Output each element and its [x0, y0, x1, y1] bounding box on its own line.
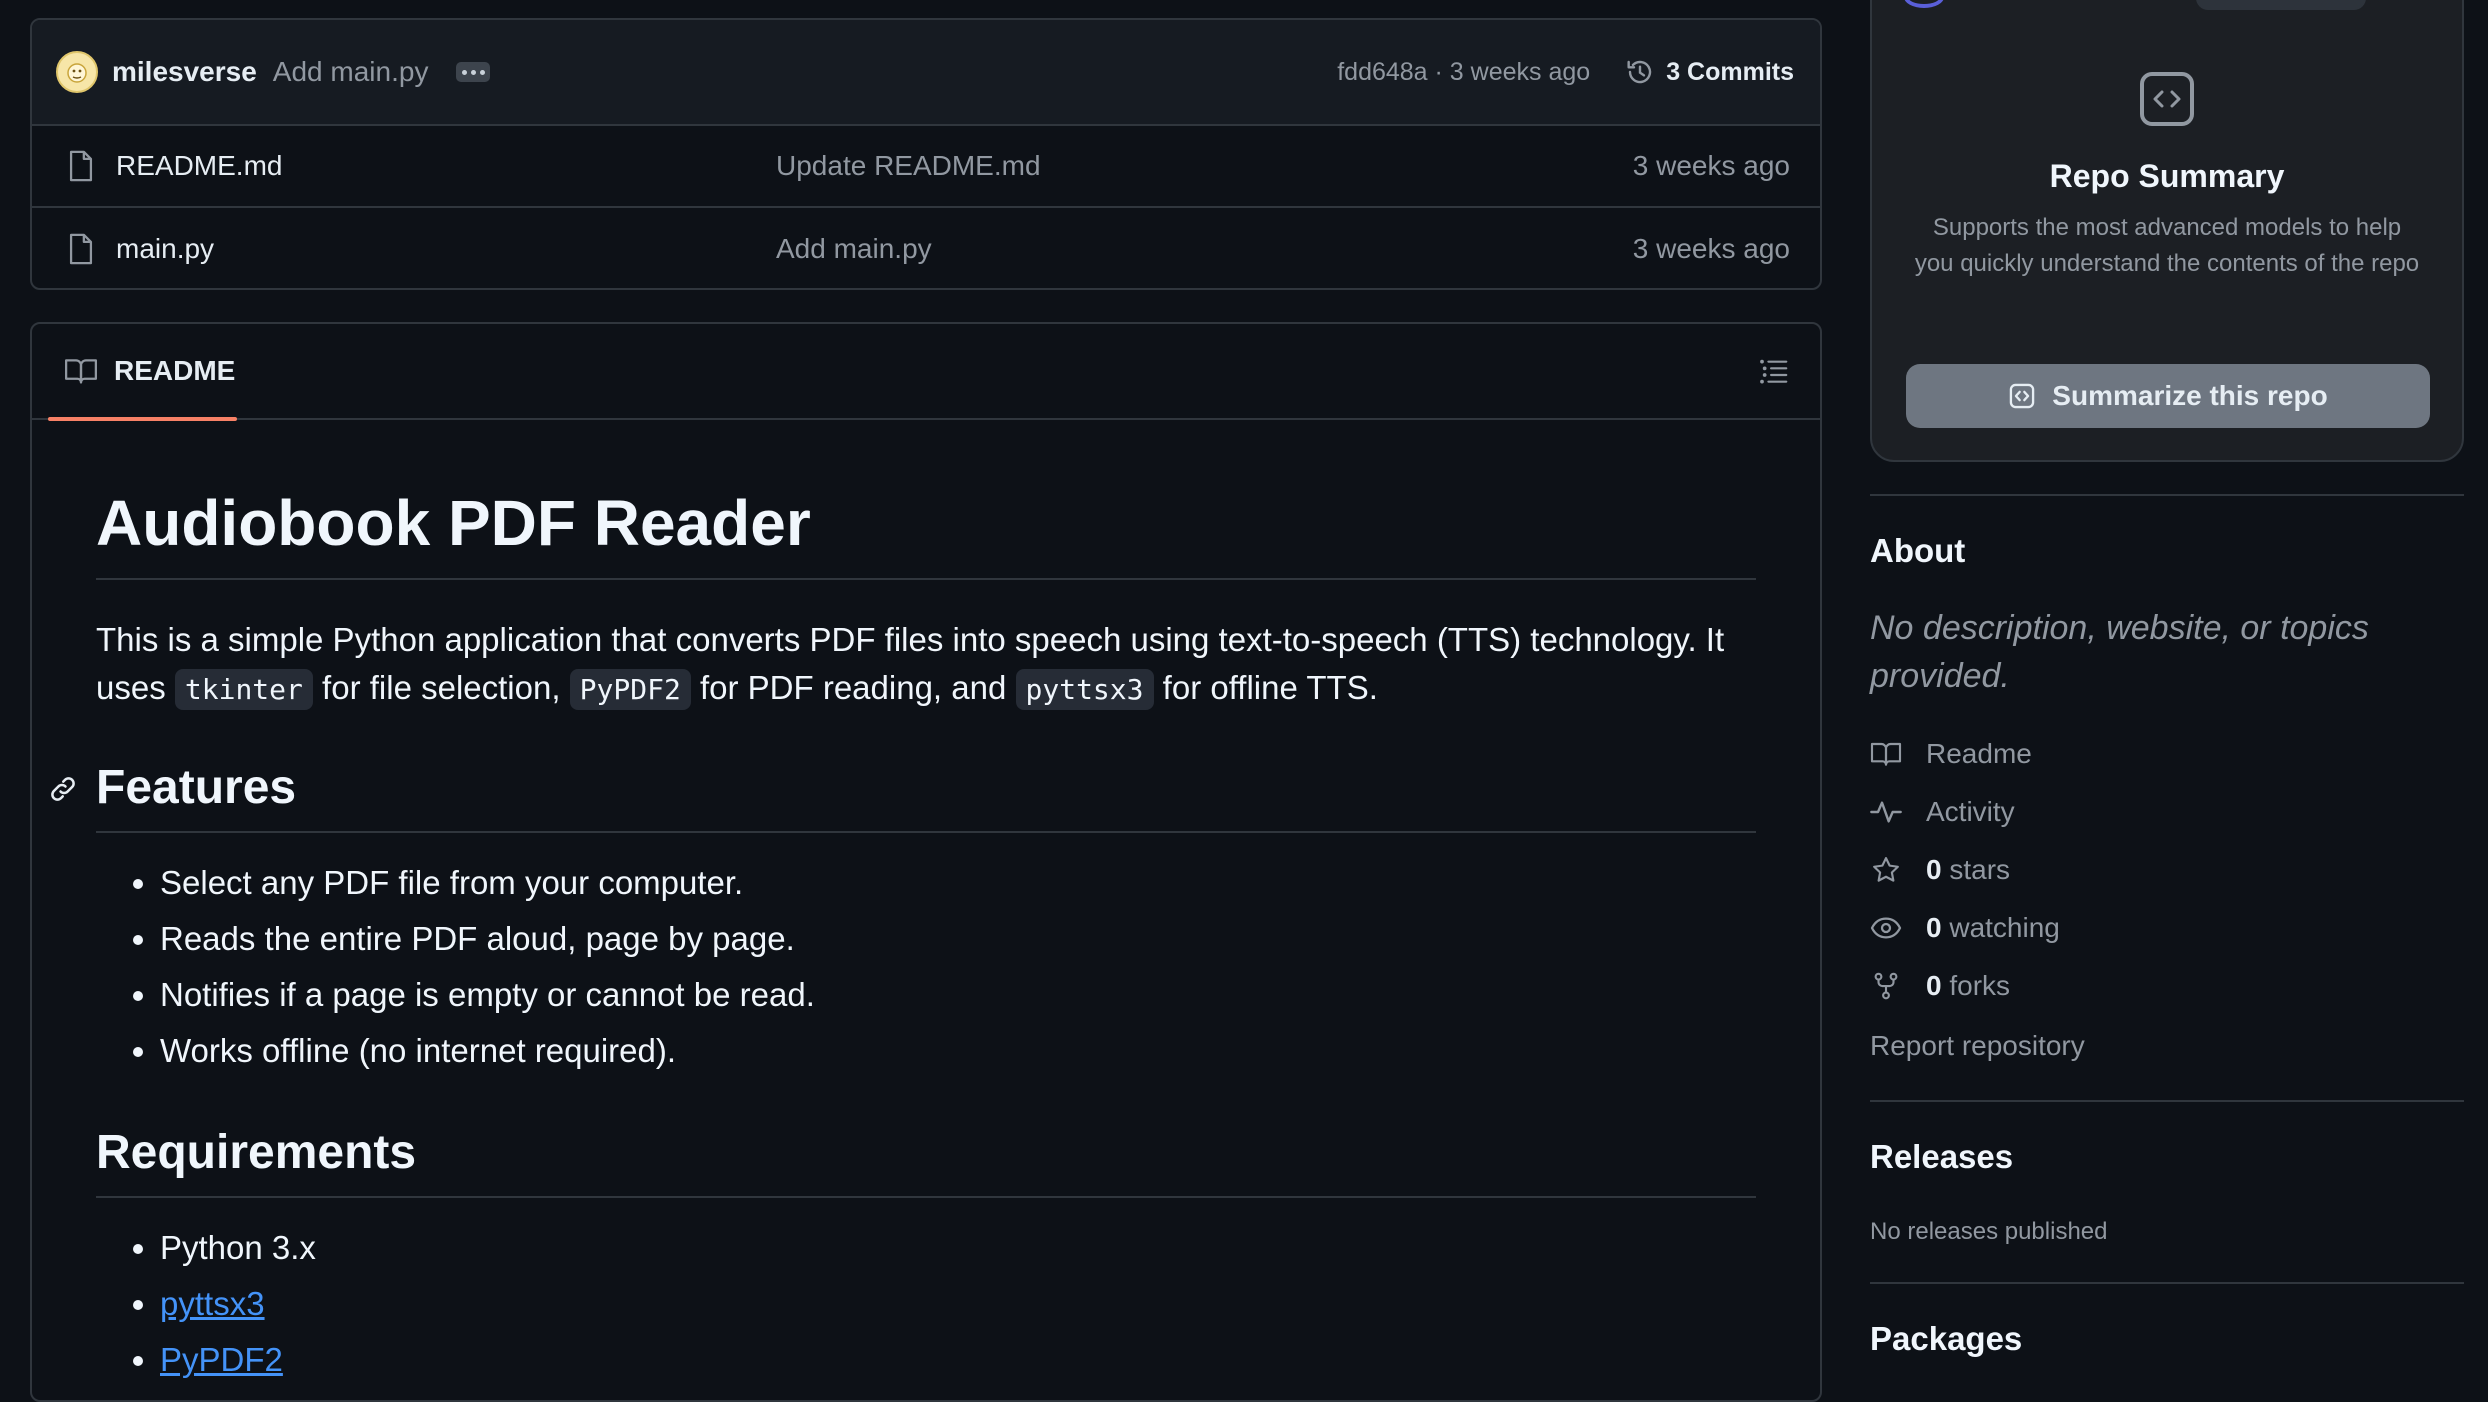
readme-box: README Audiobook PDF Reader This is a si…	[30, 322, 1822, 1402]
report-repository-link[interactable]: Report repository	[1870, 1030, 2085, 1062]
no-releases-text: No releases published	[1870, 1218, 2108, 1245]
list-item: Select any PDF file from your computer.	[160, 855, 1756, 911]
forks-label: forks	[1949, 970, 2011, 1001]
star-icon	[1873, 857, 1899, 882]
sidebar-divider	[1870, 1100, 2464, 1102]
readme-title: Audiobook PDF Reader	[96, 488, 1756, 581]
ellipsis-icon	[461, 69, 467, 75]
intro-text: for offline TTS.	[1153, 669, 1378, 707]
repo-summary-title: Repo Summary	[2049, 158, 2285, 194]
anchor-link-icon[interactable]	[48, 774, 78, 804]
eye-icon	[1870, 917, 1902, 939]
pulse-icon	[1870, 801, 1902, 823]
file-row[interactable]: README.md Update README.md 3 weeks ago	[32, 126, 1820, 208]
file-icon	[69, 150, 93, 182]
avatar-image-icon	[67, 63, 87, 83]
requirements-list: Python 3.x pyttsx3 PyPDF2	[96, 1220, 1756, 1388]
inline-code: pyttsx3	[1015, 669, 1154, 711]
commit-author-link[interactable]: milesverse	[112, 56, 257, 88]
watching-count: 0	[1926, 912, 1942, 943]
pyttsx3-link[interactable]: pyttsx3	[160, 1285, 265, 1322]
readme-content: Audiobook PDF Reader This is a simple Py…	[32, 488, 1820, 1388]
list-item: Notifies if a page is empty or cannot be…	[160, 967, 1756, 1023]
book-icon	[64, 359, 98, 384]
list-item: Python 3.x	[160, 1220, 1756, 1276]
list-item: pyttsx3	[160, 1276, 1756, 1332]
sidebar-item-watching[interactable]: 0 watching	[1870, 912, 2060, 944]
book-icon	[1870, 742, 1902, 766]
file-commit-message-link[interactable]: Update README.md	[776, 150, 1633, 182]
sidebar-item-readme[interactable]: Readme	[1870, 738, 2032, 770]
packages-heading[interactable]: Packages	[1870, 1320, 2022, 1358]
outline-list-icon[interactable]	[1758, 357, 1790, 385]
sidebar-item-stars[interactable]: 0 stars	[1870, 854, 2010, 886]
fork-icon	[1874, 972, 1898, 1000]
ellipsis-icon	[470, 69, 476, 75]
file-name-link[interactable]: main.py	[116, 233, 776, 265]
list-item: Reads the entire PDF aloud, page by page…	[160, 911, 1756, 967]
summarize-button-label: Summarize this repo	[2052, 380, 2328, 411]
forks-text: 0 forks	[1926, 970, 2010, 1002]
intro-text: for PDF reading, and	[690, 669, 1016, 707]
sidebar-item-label: Activity	[1926, 796, 2015, 827]
top-action-chip[interactable]	[2196, 0, 2366, 10]
readme-intro-paragraph: This is a simple Python application that…	[96, 616, 1756, 714]
repo-summary-card: Repo Summary Supports the most advanced …	[1870, 0, 2464, 462]
ellipsis-icon	[479, 69, 485, 75]
commits-history-link[interactable]: 3 Commits	[1624, 56, 1794, 88]
pypdf2-link[interactable]: PyPDF2	[160, 1341, 283, 1378]
file-icon	[69, 233, 93, 265]
sidebar-item-activity[interactable]: Activity	[1870, 796, 2015, 828]
readme-header: README	[32, 324, 1820, 421]
repo-summary-description: Supports the most advanced models to hel…	[1914, 214, 2420, 277]
commit-details-toggle-button[interactable]	[456, 62, 491, 82]
file-age: 3 weeks ago	[1632, 150, 1790, 181]
file-age: 3 weeks ago	[1632, 233, 1790, 264]
commit-message-link[interactable]: Add main.py	[273, 56, 429, 88]
commit-hash-and-time[interactable]: fdd648a · 3 weeks ago	[1337, 58, 1590, 87]
list-item: PyPDF2	[160, 1332, 1756, 1388]
summarize-repo-button[interactable]: Summarize this repo	[1906, 364, 2430, 428]
sidebar-divider	[1870, 494, 2464, 496]
code-square-icon	[2140, 72, 2194, 126]
about-description: No description, website, or topics provi…	[1870, 609, 2369, 695]
features-heading: Features	[51, 760, 1756, 834]
file-row[interactable]: main.py Add main.py 3 weeks ago	[32, 208, 1820, 288]
watching-text: 0 watching	[1926, 912, 2060, 944]
sidebar-item-forks[interactable]: 0 forks	[1870, 970, 2010, 1002]
history-icon	[1627, 60, 1652, 84]
sidebar-divider	[1870, 1282, 2464, 1284]
stars-label: stars	[1949, 854, 2011, 885]
features-heading-text: Features	[96, 761, 297, 815]
code-square-icon	[2010, 383, 2035, 409]
tab-readme[interactable]: README	[47, 324, 238, 421]
inline-code: tkinter	[174, 669, 313, 711]
commits-count-label: 3 Commits	[1666, 57, 1794, 86]
inline-code: PyPDF2	[569, 669, 691, 711]
features-list: Select any PDF file from your computer. …	[96, 855, 1756, 1079]
file-commit-message-link[interactable]: Add main.py	[776, 233, 1633, 265]
file-name-link[interactable]: README.md	[116, 150, 776, 182]
stars-text: 0 stars	[1926, 854, 2010, 886]
file-list-box: milesverse Add main.py fdd648a · 3 weeks…	[30, 18, 1822, 290]
intro-text: for file selection,	[312, 669, 570, 707]
requirements-heading: Requirements	[96, 1125, 1756, 1199]
list-item: Works offline (no internet required).	[160, 1023, 1756, 1079]
watching-label: watching	[1949, 912, 2060, 943]
about-heading: About	[1870, 532, 1966, 569]
avatar[interactable]	[56, 51, 98, 93]
stars-count: 0	[1926, 854, 1942, 885]
sidebar-item-label: Readme	[1926, 738, 2032, 769]
latest-commit-bar: milesverse Add main.py fdd648a · 3 weeks…	[32, 20, 1820, 126]
releases-heading[interactable]: Releases	[1870, 1138, 2013, 1176]
forks-count: 0	[1926, 970, 1942, 1001]
readme-tab-label: README	[114, 355, 236, 386]
